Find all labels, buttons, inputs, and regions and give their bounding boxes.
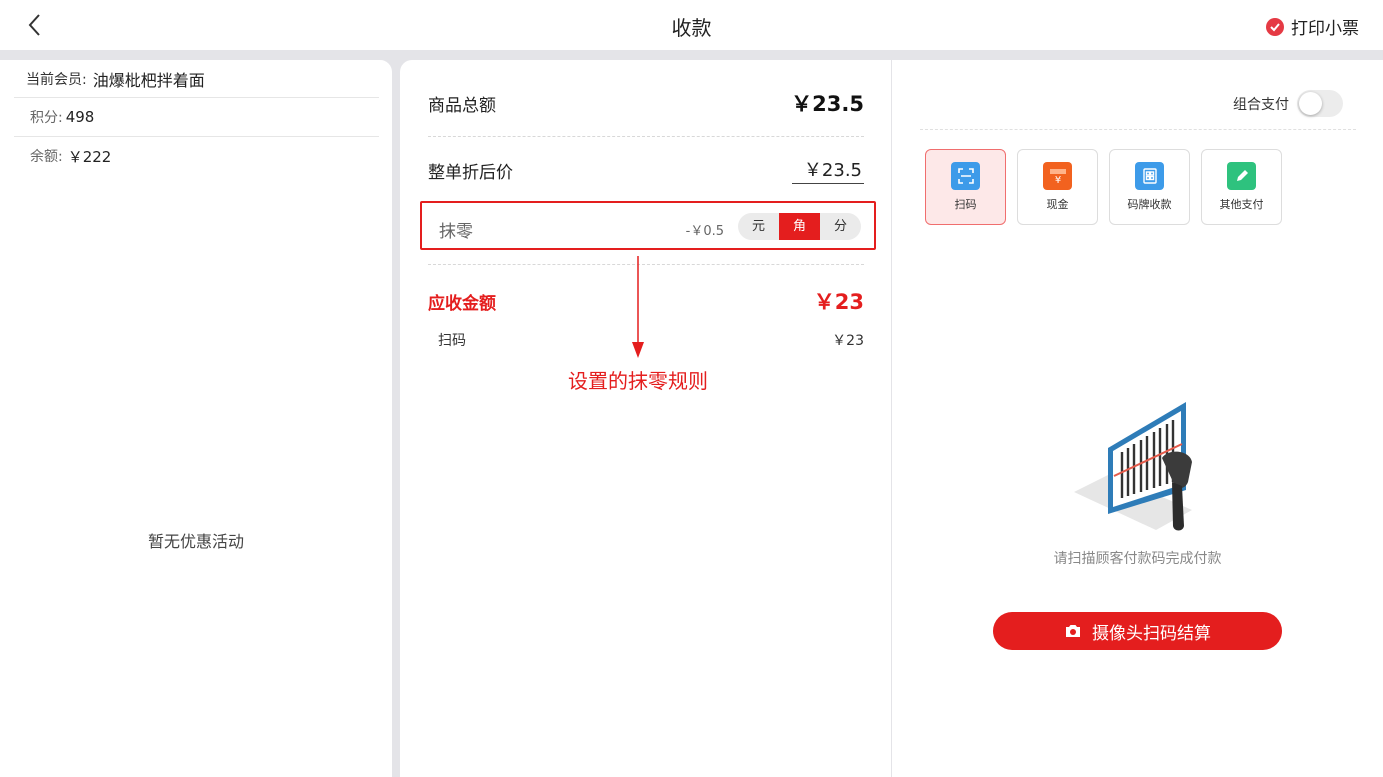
print-receipt-toggle[interactable]: 打印小票 [1266, 14, 1359, 39]
order-summary-panel: 商品总额 ￥23.5 整单折后价 ￥23.5 抹零 -￥0.5 元 角 分 应收… [400, 60, 891, 777]
method-cash[interactable]: ¥ 现金 [1017, 149, 1098, 225]
rounding-option-jiao[interactable]: 角 [779, 213, 820, 240]
method-other[interactable]: 其他支付 [1201, 149, 1282, 225]
payment-panel: 组合支付 扫码 ¥ 现金 码牌收款 其他支付 请扫描顾客付款码完成付款 摄像头扫… [892, 60, 1383, 777]
discount-label: 整单折后价 [428, 162, 513, 183]
rounding-option-fen[interactable]: 分 [820, 213, 861, 240]
rounding-label: 抹零 [439, 222, 473, 242]
rounding-row: 抹零 -￥0.5 元 角 分 [420, 201, 876, 250]
balance-value: ￥222 [67, 147, 112, 166]
amount-due-label: 应收金额 [428, 293, 496, 314]
method-label: 扫码 [954, 198, 977, 211]
points-label: 积分: [30, 110, 63, 126]
rounding-amount: -￥0.5 [685, 224, 724, 239]
annotation-arrow-icon [632, 256, 644, 358]
pay-method-row: 扫码 ￥23 [438, 330, 864, 350]
camera-button-label: 摄像头扫码结算 [1092, 623, 1211, 644]
member-row: 当前会员: 油爆枇杷拌着面 [14, 60, 379, 98]
divider [428, 136, 864, 137]
member-name: 油爆枇杷拌着面 [92, 70, 205, 90]
pencil-icon [1227, 162, 1256, 190]
top-bar: 收款 打印小票 [0, 0, 1383, 50]
cash-icon: ¥ [1043, 162, 1072, 190]
rounding-option-yuan[interactable]: 元 [738, 213, 779, 240]
camera-icon [1066, 625, 1080, 637]
member-label: 当前会员: [26, 71, 87, 88]
camera-scan-button[interactable]: 摄像头扫码结算 [993, 612, 1282, 650]
points-value: 498 [65, 108, 95, 126]
qr-plate-icon [1135, 162, 1164, 190]
total-row: 商品总额 ￥23.5 [428, 88, 864, 118]
combo-pay-toggle[interactable] [1297, 90, 1343, 117]
method-label: 其他支付 [1219, 198, 1264, 211]
combo-pay-label: 组合支付 [1233, 96, 1289, 113]
pay-method-label: 扫码 [438, 333, 466, 349]
member-panel: 当前会员: 油爆枇杷拌着面 积分: 498 余额: ￥222 暂无优惠活动 [0, 60, 392, 777]
combo-pay: 组合支付 [1233, 90, 1343, 117]
amount-due-value: ￥23 [813, 290, 864, 314]
print-receipt-label: 打印小票 [1291, 19, 1359, 39]
svg-text:¥: ¥ [1054, 175, 1060, 186]
page-title: 收款 [671, 16, 712, 40]
discount-row: 整单折后价 ￥23.5 [428, 156, 864, 184]
method-qr-plate[interactable]: 码牌收款 [1109, 149, 1190, 225]
scan-hint-text: 请扫描顾客付款码完成付款 [1053, 551, 1222, 567]
points-row: 积分: 498 [14, 98, 379, 137]
discount-price-input[interactable]: ￥23.5 [791, 156, 864, 184]
balance-row: 余额: ￥222 [14, 137, 379, 175]
scan-icon [951, 162, 980, 190]
pay-method-value: ￥23 [832, 333, 864, 349]
method-scan[interactable]: 扫码 [925, 149, 1006, 225]
balance-label: 余额: [30, 149, 63, 165]
annotation-text: 设置的抹零规则 [568, 369, 708, 393]
payment-methods: 扫码 ¥ 现金 码牌收款 其他支付 [925, 149, 1282, 225]
total-label: 商品总额 [428, 95, 496, 116]
no-promotion-text: 暂无优惠活动 [147, 532, 244, 551]
barcode-scanner-icon [1074, 402, 1192, 531]
divider [920, 129, 1356, 130]
check-icon [1266, 17, 1284, 36]
rounding-unit-selector: 元 角 分 [738, 213, 861, 240]
total-value: ￥23.5 [791, 92, 864, 116]
method-label: 码牌收款 [1127, 198, 1172, 211]
method-label: 现金 [1046, 198, 1069, 211]
